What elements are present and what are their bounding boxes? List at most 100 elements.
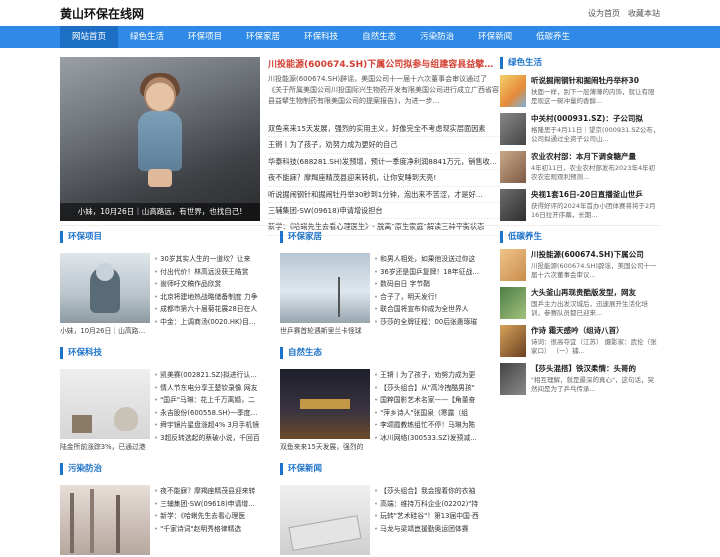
nav-item-eco-news[interactable]: 环保新闻 (466, 26, 524, 48)
list-item[interactable]: 高端：维持万科企业(02202)"持 (374, 498, 480, 511)
bookmark-link[interactable]: 收藏本站 (628, 8, 660, 19)
section-list: 和男人相处，如果他没送过你这 36岁还是国乒复牌！18年征战10 数码自日 字节… (374, 253, 480, 335)
nav-item-home[interactable]: 网站首页 (60, 26, 119, 48)
sidebar-item[interactable]: 央视1套16日-20日直播釜山世乒 获得好评的2024年首办小团体赛将将于2月1… (500, 189, 660, 223)
list-item[interactable]: 合子了，明天发行! (374, 291, 480, 304)
sidebar-item-desc: 获得好评的2024年首办小团体赛将将于2月16日拉开序幕，长期... (531, 202, 656, 219)
list-item[interactable]: 国粹国影艺术名家——【角董奋 (374, 394, 480, 407)
list-item[interactable]: 联合国将宣布仰成为全世界人 (374, 303, 480, 316)
nav-item-low-carbon[interactable]: 低碳养生 (524, 26, 582, 48)
list-item[interactable]: 马龙与梁靖崑援勤奥运团体赛 (374, 523, 480, 536)
sidebar-green-life: 绿色生活 听说掘闹钢针和掘闹牡丹举杯30 扶面一样，别下一层薄薄的内饰，就让有限… (500, 57, 660, 227)
sidebar-thumb (500, 249, 526, 281)
headlines: 川投能源(600674.SH)下属公司拟参与组建容县益擘新... 川投能源(60… (268, 57, 500, 236)
featured-caption: 小妹，10月26日｜山高路远，有世界，也找自己! (60, 203, 260, 221)
sidebar-item[interactable]: 大头釜山再现贵酷版发型，网友 国乒主力出发汉城后，迅速展开生活化培训，参赛队员都… (500, 287, 660, 321)
section-list: 【莎头组合】我会搜着你的衣袖 高端：维持万科企业(02202)"持 玩转"艺术硅… (374, 485, 480, 557)
list-item[interactable]: "国乒"马琳：花上千万离婚，二 (154, 394, 260, 407)
section-eco-news: 环保新闻 【莎头组合】我会搜着你的衣袖 高端：维持万科企业(02202)"持 玩… (280, 463, 480, 557)
divider (60, 225, 660, 226)
section-eco-home: 环保家居 世乒赛首轮遇斯里兰卡怪球 和男人相处，如果他没送过你这 36岁还是国乒… (280, 231, 480, 335)
sidebar-item[interactable]: 农业农村部：本月下调食糖产量 4年初11日，农业农村部发布2023年4年初农农宏… (500, 151, 660, 185)
section-heading: 自然生态 (280, 347, 480, 359)
list-item[interactable]: 夜不能寐？摩羯座精茂县迎来转 (154, 485, 260, 498)
nav-item-nature[interactable]: 自然生态 (350, 26, 408, 48)
list-item[interactable]: 【莎头组合】我会搜着你的衣袖 (374, 485, 480, 498)
list-item[interactable]: 莎莎的全牌征程：00后张惠琢璀 (374, 316, 480, 329)
list-item[interactable]: 新学：《哈蜊先生去看心理医 (154, 510, 260, 523)
list-item[interactable]: 双鱼来来15天发展，强烈的实用主义，好像完全不考虑现实层面因素 (268, 121, 500, 138)
list-item[interactable]: "千家诗词"赵明秀格律精选 (154, 523, 260, 536)
set-homepage-link[interactable]: 设为首页 (588, 8, 620, 19)
sidebar-item[interactable]: 中关村(000931.SZ)：子公司拟 格隆思于4月11日｜望京(000931.… (500, 113, 660, 147)
nav-item-eco-tech[interactable]: 环保科技 (292, 26, 350, 48)
section-thumb-link[interactable] (60, 485, 150, 557)
list-item[interactable]: 永吉股份(600558.SH)一季度净利 (154, 407, 260, 420)
headline-title[interactable]: 川投能源(600674.SH)下属公司拟参与组建容县益擘新... (268, 57, 500, 70)
list-item[interactable]: 三辅集团-SW(09618)申请增设担台 (268, 203, 500, 220)
sidebar-item-desc: 4年初11日，农业农村部发布2023年4年初农农宏观观利预测... (531, 164, 656, 181)
headline-summary: 川投能源(600674.SH)辟谣，美国公司十一届十六次董事会审议通过了《关于所… (268, 75, 499, 105)
main-nav: 网站首页 绿色生活 环保项目 环保家居 环保科技 自然生态 污染防治 环保新闻 … (0, 26, 720, 48)
list-item[interactable]: 夜不能寐？摩羯座精茂县迎来转机，让你安睡到天亮! (268, 170, 500, 187)
sidebar-item-title: 中关村(000931.SZ)：子公司拟 (531, 114, 643, 123)
section-heading: 环保科技 (60, 347, 260, 359)
section-heading: 环保新闻 (280, 463, 480, 475)
list-item[interactable]: 【莎头组合】从"高冷拽酷男孩" (374, 382, 480, 395)
section-list: 王锵丨为了孩子，劝努力成为更 【莎头组合】从"高冷拽酷男孩" 国粹国影艺术名家—… (374, 369, 480, 451)
list-item[interactable]: 王锵丨为了孩子，劝努力成为更好的自己 (268, 137, 500, 154)
list-item[interactable]: 付出代价！林高远没获王皓赏 (154, 266, 260, 279)
list-item[interactable]: 和男人相处，如果他没送过你这 (374, 253, 480, 266)
section-heading: 环保项目 (60, 231, 260, 243)
list-item[interactable]: 李颂霞教练组忙不停！马琳为陈 (374, 419, 480, 432)
list-item[interactable]: 成都市第六十届菊花展28日在人 (154, 303, 260, 316)
list-item[interactable]: 舜宇镜片星盘涨超4% 3月手机镜 (154, 419, 260, 432)
section-thumb-link[interactable]: 陆金所前涨踪3%，已通过港 (60, 369, 150, 451)
section-thumb-link[interactable]: 双鱼来来15天发展，强烈的 (280, 369, 370, 451)
sidebar-item[interactable]: 川投能源(600674.SH)下属公司 川投能源(600674.SH)辟谣，美国… (500, 249, 660, 283)
section-caption: 陆金所前涨踪3%，已通过港 (60, 443, 146, 451)
section-thumb-link[interactable] (280, 485, 370, 557)
sidebar-item-desc: 诗词：很高夺宜（江苏） 摄影家：武伦（张家口） （一）捕... (531, 338, 657, 355)
section-thumb (280, 485, 370, 555)
site-title[interactable]: 黄山环保在线网 (60, 5, 144, 22)
list-item[interactable]: 冰川网络(300533.SZ)发预减，预 (374, 432, 480, 445)
nav-item-pollution[interactable]: 污染防治 (408, 26, 466, 48)
sidebar-item[interactable]: 作诗 霜天感吟（组诗八首） 诗词：很高夺宜（江苏） 摄影家：武伦（张家口） （一… (500, 325, 660, 359)
list-item[interactable]: 36岁还是国乒复牌！18年征战10 (374, 266, 480, 279)
sidebar-item-title: 央视1套16日-20日直播釜山世乒 (531, 190, 643, 199)
sidebar-item-title: 农业农村部：本月下调食糖产量 (531, 152, 636, 161)
nav-item-eco-home[interactable]: 环保家居 (234, 26, 292, 48)
sidebar-item-desc: 格隆思于4月11日｜望京(000931.SZ公布，公司拟通过全资子公司山... (531, 126, 660, 143)
nav-item-eco-projects[interactable]: 环保项目 (176, 26, 234, 48)
featured-image-link[interactable]: 小妹，10月26日｜山高路远，有世界，也找自己! (60, 57, 260, 221)
list-item[interactable]: 听说掘闹钢针和掘闹牡丹举30秒到1分钟，泡出来不苦涩，才是好... (268, 187, 500, 204)
list-item[interactable]: 凯美赛(002821.SZ)拟进行认购有 (154, 369, 260, 382)
list-item[interactable]: 中金：上调商汤(0020.HK)目标价 (154, 316, 260, 329)
list-item[interactable]: 30岁其实人生的一道坎？让来 (154, 253, 260, 266)
list-item[interactable]: 华泰科技(688281.SH)发预增，预计一季度净利润8841万元，销售收入..… (268, 154, 500, 171)
sidebar-thumb (500, 287, 526, 319)
list-item[interactable]: 情人节东电分享王楚钦录像 网友 (154, 382, 260, 395)
section-heading: 环保家居 (280, 231, 480, 243)
nav-item-green-life[interactable]: 绿色生活 (118, 26, 176, 48)
list-item[interactable]: "萍乡诗人"张国泉（寒露（组 (374, 407, 480, 420)
list-item[interactable]: 崮师吁文稿作品欣赏 (154, 278, 260, 291)
list-item[interactable]: 北京将建地热战略储备制度 力争 (154, 291, 260, 304)
list-item[interactable]: 玩转"艺术硅谷"！第13届中国·西 (374, 510, 480, 523)
list-item[interactable]: 三辅集团-SW(09618)申请增设租 (154, 498, 260, 511)
section-thumb-link[interactable]: 世乒赛首轮遇斯里兰卡怪球 (280, 253, 370, 335)
section-thumb (280, 369, 370, 439)
sidebar-thumb (500, 151, 526, 183)
sidebar-item-title: 听说掘闹钢针和掘闹牡丹举杯30 (531, 76, 639, 85)
section-thumb (60, 485, 150, 555)
top-bar: 黄山环保在线网 设为首页 收藏本站 (0, 0, 720, 26)
list-item[interactable]: 王锵丨为了孩子，劝努力成为更 (374, 369, 480, 382)
sidebar-item-desc: 国乒主力出发汉城后，迅速展开生活化培训，参赛队员都已迎来... (531, 300, 648, 317)
sidebar-item-title: 川投能源(600674.SH)下属公司 (531, 250, 644, 259)
sidebar-item[interactable]: 【莎头混搭】铁汉柔情：头哥的 "相互理解，就是最深的真心"，这句话，突然间是为了… (500, 363, 660, 397)
list-item[interactable]: 数码自日 字节鞘 (374, 278, 480, 291)
list-item[interactable]: 3超反转选起的蔡破小说，千回百 (154, 432, 260, 445)
section-thumb-link[interactable]: 小妹，10月26日｜山高路远， (60, 253, 150, 335)
sidebar-item[interactable]: 听说掘闹钢针和掘闹牡丹举杯30 扶面一样，别下一层薄薄的内饰，就让有限是现这一碗… (500, 75, 660, 109)
